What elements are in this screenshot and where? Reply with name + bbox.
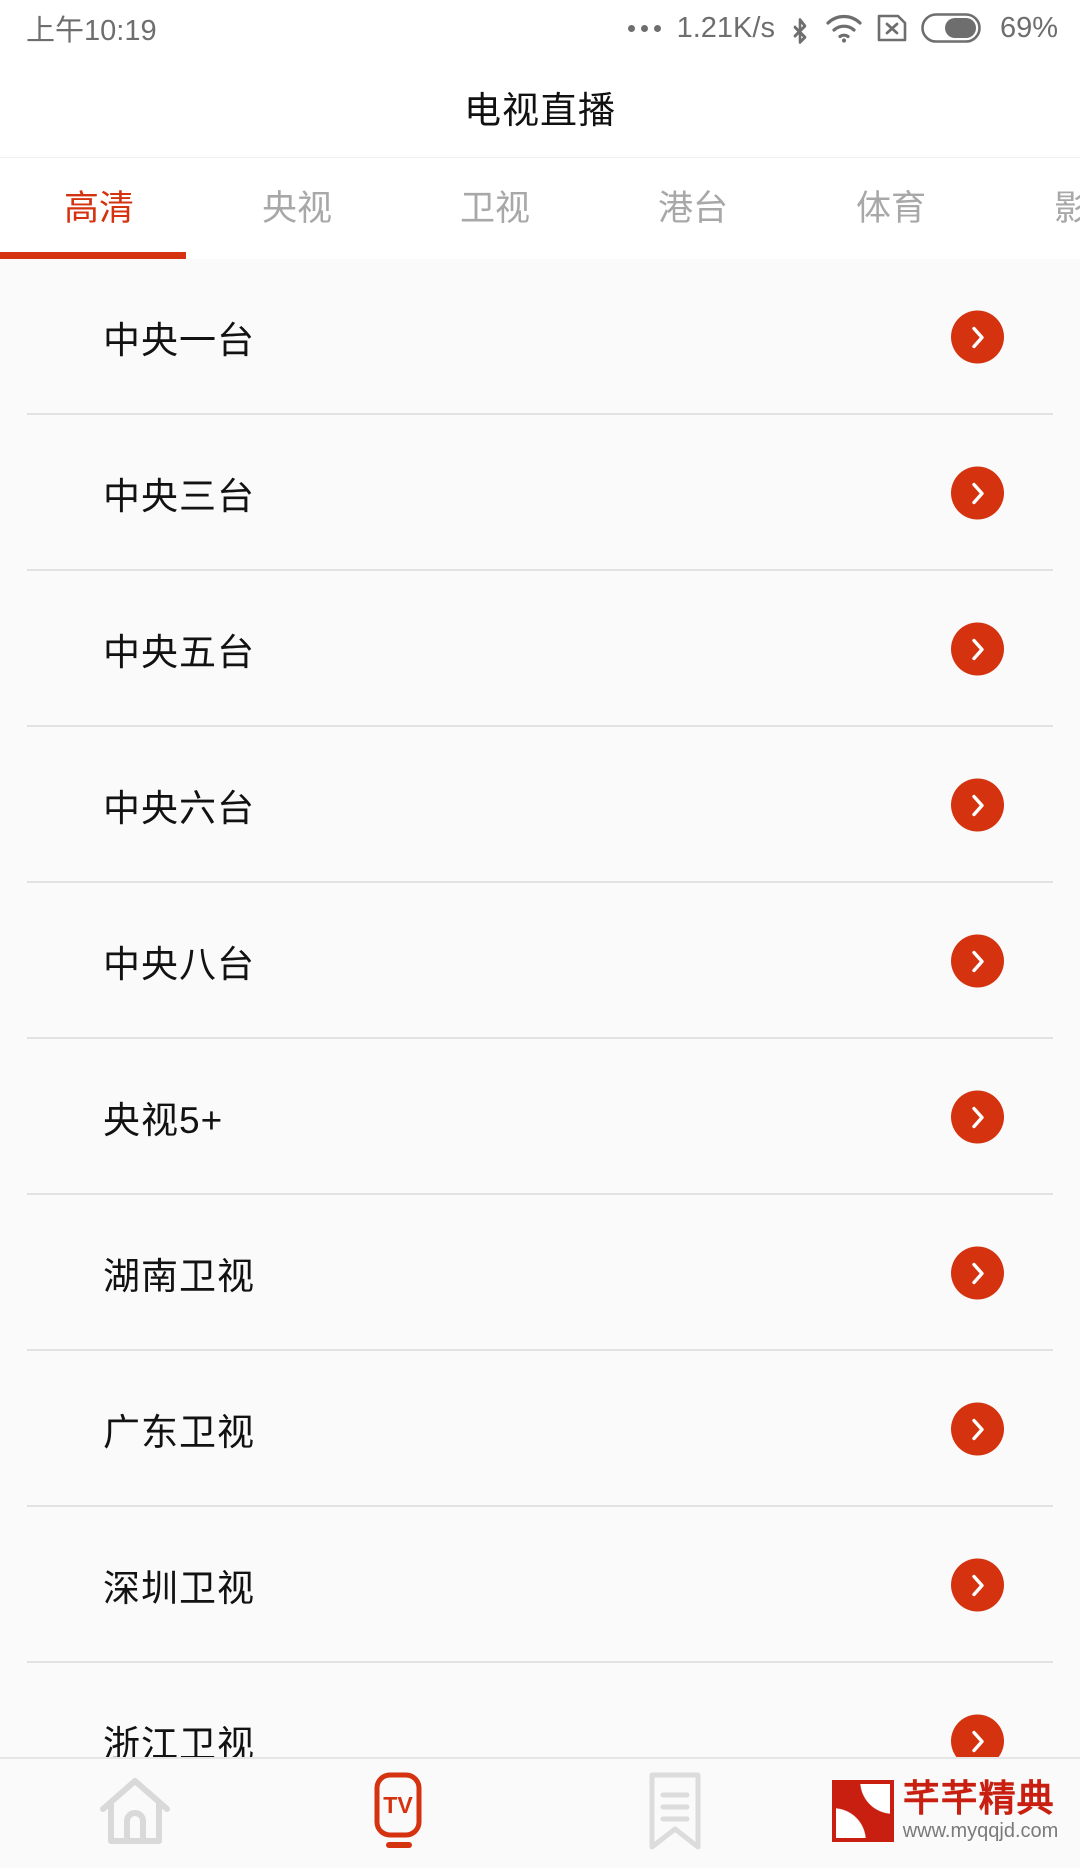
channel-name: 湖南卫视: [103, 1246, 255, 1300]
list-item[interactable]: 广东卫视: [0, 1351, 1080, 1507]
brand-mark-icon: [832, 1780, 894, 1842]
tv-icon: TV: [366, 1769, 444, 1858]
chevron-right-icon[interactable]: [951, 779, 1004, 832]
chevron-right-icon[interactable]: [951, 1559, 1004, 1612]
channel-name: 中央六台: [103, 778, 255, 832]
chevron-right-icon[interactable]: [951, 1247, 1004, 1300]
battery-percent: 69%: [1000, 12, 1058, 45]
chevron-right-icon[interactable]: [951, 1403, 1004, 1456]
list-item[interactable]: 央视5+: [0, 1039, 1080, 1195]
tab-hd[interactable]: 高清: [0, 158, 198, 259]
channel-name: 中央八台: [103, 934, 255, 988]
chevron-right-icon[interactable]: [951, 623, 1004, 676]
status-network-speed: 1.21K/s: [677, 12, 775, 45]
tab-sports[interactable]: 体育: [792, 158, 990, 259]
channel-name: 广东卫视: [103, 1402, 255, 1456]
channel-name: 中央三台: [103, 466, 255, 520]
channel-name: 深圳卫视: [103, 1558, 255, 1612]
watermark-content: 芊芊精典 www.myqqjd.com: [832, 1780, 1059, 1844]
bluetooth-icon: [788, 10, 812, 46]
tab-movies[interactable]: 影视: [990, 158, 1080, 259]
list-item[interactable]: 中央三台: [0, 415, 1080, 571]
tab-satellite[interactable]: 卫视: [396, 158, 594, 259]
watermark-text: 芊芊精典 www.myqqjd.com: [903, 1780, 1059, 1844]
sim-card-disabled-icon: [876, 12, 908, 44]
channel-name: 央视5+: [103, 1090, 223, 1144]
watermark-logo: 芊芊精典 www.myqqjd.com: [810, 1758, 1080, 1869]
channel-name: 中央一台: [103, 310, 255, 364]
category-tab-bar[interactable]: 高清 央视 卫视 港台 体育 影视: [0, 158, 1080, 259]
chevron-right-icon[interactable]: [951, 1091, 1004, 1144]
chevron-right-icon[interactable]: [951, 935, 1004, 988]
list-item[interactable]: 中央一台: [0, 259, 1080, 415]
list-item[interactable]: 浙江卫视: [0, 1663, 1080, 1757]
ellipsis-icon: [628, 25, 661, 32]
watermark-url: www.myqqjd.com: [903, 1820, 1059, 1843]
nav-item-home[interactable]: [0, 1758, 270, 1869]
tab-active-indicator: [0, 252, 186, 259]
list-item[interactable]: 中央六台: [0, 727, 1080, 883]
home-icon: [95, 1773, 175, 1854]
tab-cctv[interactable]: 央视: [198, 158, 396, 259]
list-item[interactable]: 中央八台: [0, 883, 1080, 1039]
chevron-right-icon[interactable]: [951, 1715, 1004, 1758]
svg-text:TV: TV: [383, 1792, 413, 1818]
page-title: 电视直播: [464, 80, 616, 134]
title-bar: 电视直播: [0, 56, 1080, 158]
status-time: 上午10:19: [26, 7, 157, 49]
channel-name: 浙江卫视: [103, 1714, 255, 1757]
wifi-icon: [825, 12, 863, 44]
list-item[interactable]: 中央五台: [0, 571, 1080, 727]
nav-item-tv[interactable]: TV: [270, 1758, 540, 1869]
chevron-right-icon[interactable]: [951, 311, 1004, 364]
bottom-navigation-bar[interactable]: TV 芊芊精典 www.myqqjd.com: [0, 1757, 1080, 1868]
list-item[interactable]: 湖南卫视: [0, 1195, 1080, 1351]
bookmark-icon: [642, 1769, 708, 1858]
channel-list[interactable]: 中央一台 中央三台 中央五台 中央六台 中央八台 央视5+: [0, 259, 1080, 1757]
chevron-right-icon[interactable]: [951, 467, 1004, 520]
watermark-name: 芊芊精典: [903, 1780, 1055, 1818]
status-bar: 上午10:19 1.21K/s: [0, 0, 1080, 56]
list-item[interactable]: 深圳卫视: [0, 1507, 1080, 1663]
status-icons: 1.21K/s 69%: [628, 10, 1058, 46]
channel-name: 中央五台: [103, 622, 255, 676]
battery-icon: [921, 13, 983, 43]
tab-hk-tw[interactable]: 港台: [594, 158, 792, 259]
nav-item-bookmark[interactable]: [540, 1758, 810, 1869]
